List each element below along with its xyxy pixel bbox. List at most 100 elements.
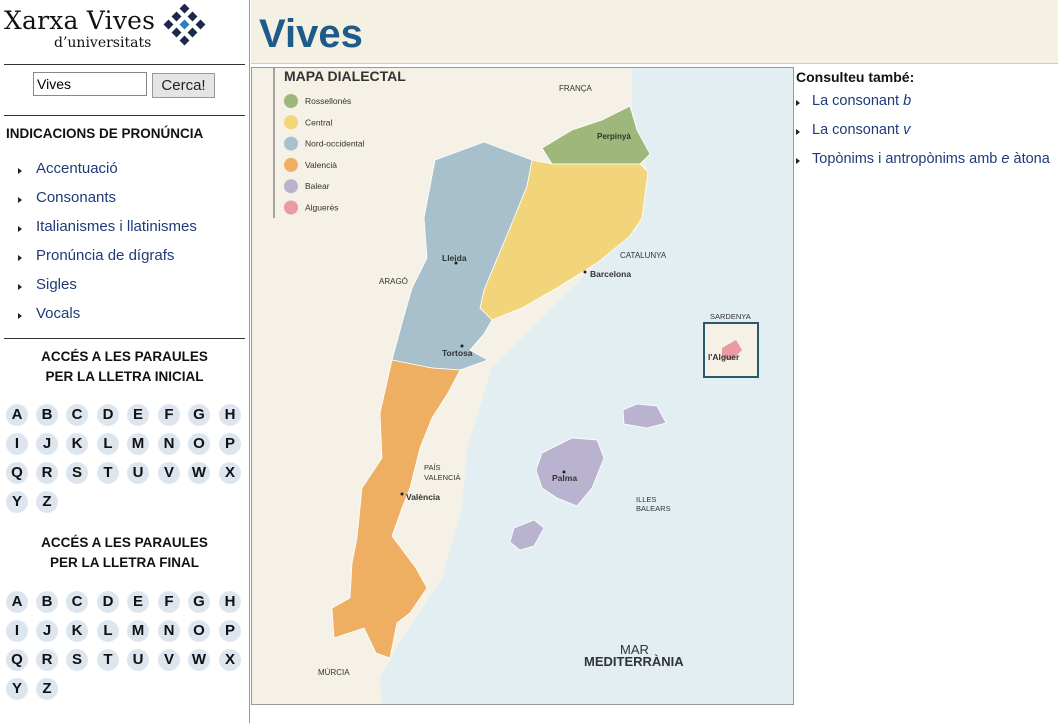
pronunciation-link[interactable]: Vocals: [36, 305, 80, 322]
letter-link-e[interactable]: E: [127, 591, 149, 613]
see-also-link[interactable]: La consonant v: [812, 122, 910, 138]
letter-link-z[interactable]: Z: [36, 678, 58, 700]
map-label: Lleida: [442, 253, 467, 263]
letter-link-n[interactable]: N: [158, 620, 180, 642]
letter-link-j[interactable]: J: [36, 620, 58, 642]
bullet-arrow-icon: [796, 158, 800, 164]
letter-link-s[interactable]: S: [66, 649, 88, 671]
letter-link-e[interactable]: E: [127, 404, 149, 426]
initial-letter-heading-line2: PER LA LLETRA INICIAL: [45, 369, 204, 384]
letter-link-q[interactable]: Q: [6, 462, 28, 484]
letter-link-h[interactable]: H: [219, 404, 241, 426]
letter-link-y[interactable]: Y: [6, 678, 28, 700]
letter-link-m[interactable]: M: [127, 433, 149, 455]
letter-link-g[interactable]: G: [188, 404, 210, 426]
legend-label: Balear: [305, 181, 330, 191]
letter-link-v[interactable]: V: [158, 462, 180, 484]
search-button[interactable]: Cerca!: [152, 73, 215, 98]
letter-link-l[interactable]: L: [97, 433, 119, 455]
letter-link-z[interactable]: Z: [36, 491, 58, 513]
letter-link-f[interactable]: F: [158, 404, 180, 426]
legend-label: Central: [305, 117, 333, 127]
letter-link-o[interactable]: O: [188, 433, 210, 455]
letter-link-v[interactable]: V: [158, 649, 180, 671]
letter-link-k[interactable]: K: [66, 433, 88, 455]
letter-link-c[interactable]: C: [66, 404, 88, 426]
letter-link-m[interactable]: M: [127, 620, 149, 642]
map-label: MÚRCIA: [318, 668, 350, 677]
letter-link-u[interactable]: U: [127, 462, 149, 484]
letter-link-r[interactable]: R: [36, 462, 58, 484]
pronunciation-link[interactable]: Pronúncia de dígrafs: [36, 247, 174, 264]
letter-link-a[interactable]: A: [6, 404, 28, 426]
letter-link-q[interactable]: Q: [6, 649, 28, 671]
link-italic: b: [903, 93, 912, 109]
letter-link-x[interactable]: X: [219, 649, 241, 671]
letter-link-r[interactable]: R: [36, 649, 58, 671]
pronunciation-link[interactable]: Consonants: [36, 189, 116, 206]
letter-link-d[interactable]: D: [97, 591, 119, 613]
map-label: Tortosa: [442, 348, 473, 358]
dialect-map[interactable]: MAPA DIALECTAL Rossellonès Central Nord-oc…: [251, 67, 794, 705]
link-text-after: àtona: [1009, 151, 1050, 167]
logo-subtitle: d’universitats: [54, 35, 152, 51]
logo-title: Xarxa Vives: [4, 6, 156, 35]
city-marker: [583, 270, 587, 274]
letter-link-t[interactable]: T: [97, 649, 119, 671]
letter-link-i[interactable]: I: [6, 433, 28, 455]
letter-link-n[interactable]: N: [158, 433, 180, 455]
letter-link-x[interactable]: X: [219, 462, 241, 484]
bullet-arrow-icon: [18, 255, 22, 261]
letter-link-u[interactable]: U: [127, 649, 149, 671]
letter-link-a[interactable]: A: [6, 591, 28, 613]
map-label: SARDENYA: [710, 312, 751, 321]
letter-link-g[interactable]: G: [188, 591, 210, 613]
letter-link-p[interactable]: P: [219, 433, 241, 455]
letter-link-s[interactable]: S: [66, 462, 88, 484]
legend-label: Rossellonès: [305, 96, 351, 106]
dialect-map-svg: MAPA DIALECTAL Rossellonès Central Nord-oc…: [252, 68, 793, 704]
map-label: BALEARS: [636, 504, 671, 513]
bullet-arrow-icon: [796, 100, 800, 106]
final-letter-heading: ACCÉS A LES PARAULES PER LA LLETRA FINAL: [0, 533, 249, 573]
letter-link-d[interactable]: D: [97, 404, 119, 426]
bullet-arrow-icon: [18, 226, 22, 232]
pronunciation-link[interactable]: Sigles: [36, 276, 77, 293]
city-marker: [400, 492, 404, 496]
see-also-panel: Consulteu també: La consonant b La conso…: [796, 69, 1058, 180]
search-input[interactable]: [33, 72, 147, 96]
see-also-link[interactable]: La consonant b: [812, 93, 911, 109]
letter-link-p[interactable]: P: [219, 620, 241, 642]
letter-link-y[interactable]: Y: [6, 491, 28, 513]
see-also-link[interactable]: Topònims i antropònims amb e àtona: [812, 151, 1050, 167]
map-label: ARAGÓ: [379, 277, 408, 286]
letter-link-b[interactable]: B: [36, 591, 58, 613]
letter-link-b[interactable]: B: [36, 404, 58, 426]
letter-link-f[interactable]: F: [158, 591, 180, 613]
letter-link-t[interactable]: T: [97, 462, 119, 484]
final-letter-heading-line1: ACCÉS A LES PARAULES: [41, 535, 208, 550]
letter-link-w[interactable]: W: [188, 649, 210, 671]
list-item: Topònims i antropònims amb e àtona: [796, 151, 1058, 180]
legend-label: Alguerès: [305, 203, 339, 213]
legend-label: Nord-occidental: [305, 139, 365, 149]
legend-label: Valencià: [305, 160, 337, 170]
letter-link-h[interactable]: H: [219, 591, 241, 613]
letter-link-c[interactable]: C: [66, 591, 88, 613]
pronunciation-link[interactable]: Italianismes i llatinismes: [36, 218, 197, 235]
bullet-arrow-icon: [18, 168, 22, 174]
letter-link-o[interactable]: O: [188, 620, 210, 642]
map-label: PAÍS: [424, 463, 441, 472]
letter-link-l[interactable]: L: [97, 620, 119, 642]
letter-link-j[interactable]: J: [36, 433, 58, 455]
map-label: VALENCIÀ: [424, 473, 461, 482]
pronunciation-heading: INDICACIONS DE PRONÚNCIA: [6, 126, 204, 141]
letter-link-w[interactable]: W: [188, 462, 210, 484]
letter-link-k[interactable]: K: [66, 620, 88, 642]
legend-swatch: [284, 157, 298, 172]
bullet-arrow-icon: [18, 313, 22, 319]
pronunciation-link[interactable]: Accentuació: [36, 160, 118, 177]
page-header: Vives: [251, 0, 1058, 64]
logo[interactable]: Xarxa Vives d’universitats: [4, 4, 245, 62]
letter-link-i[interactable]: I: [6, 620, 28, 642]
